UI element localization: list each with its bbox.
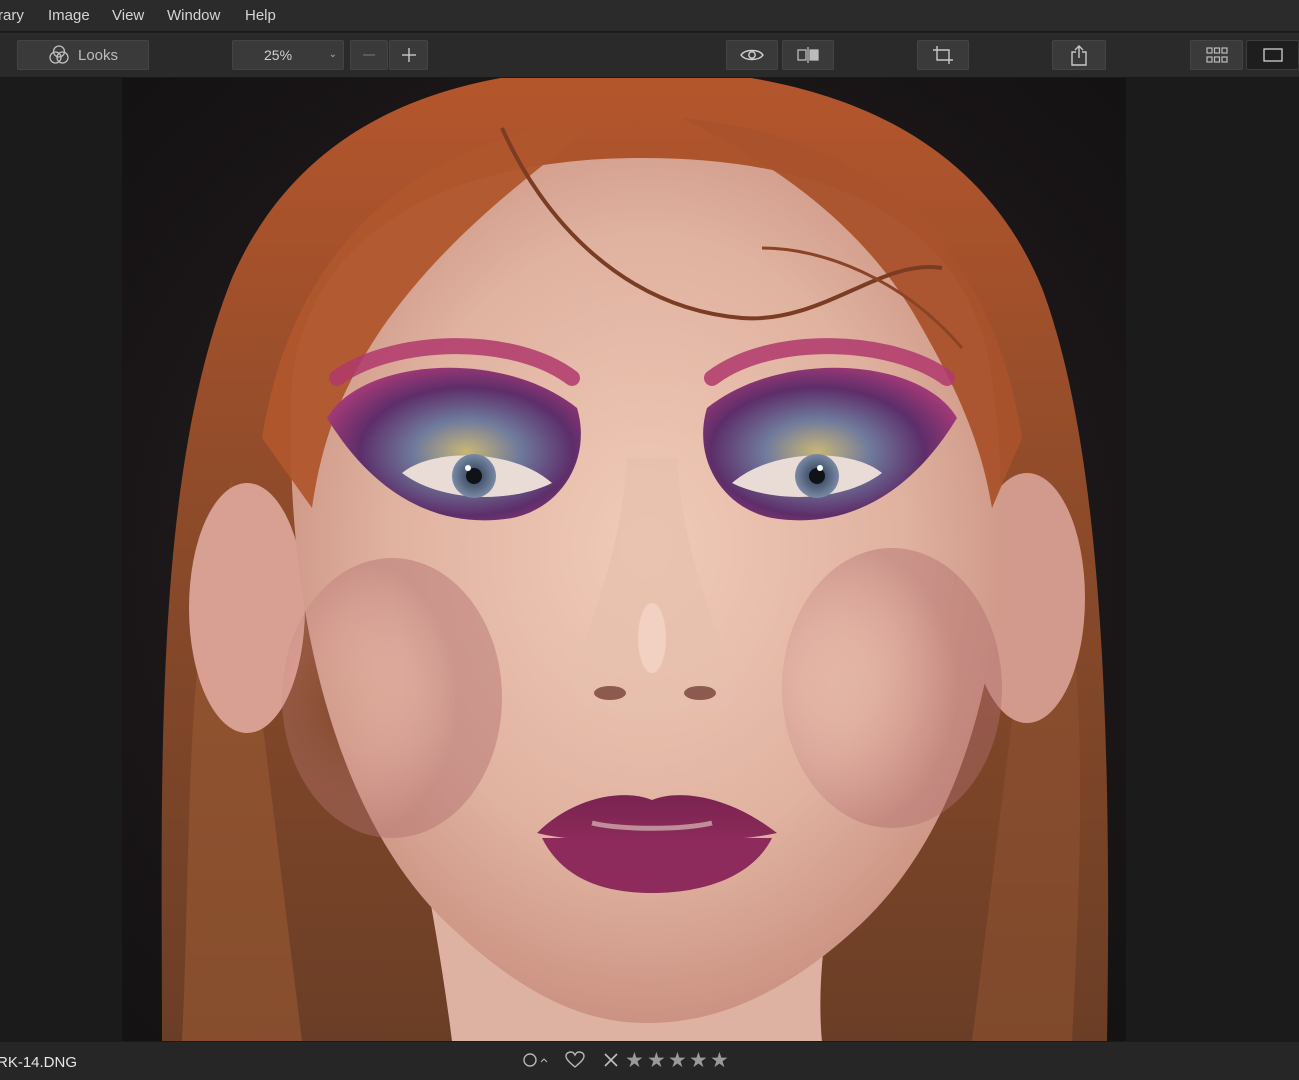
single-view-button[interactable]	[1246, 40, 1299, 70]
minus-icon	[362, 48, 376, 62]
zoom-value: 25%	[264, 47, 293, 63]
compare-button[interactable]	[782, 40, 834, 70]
chevron-down-icon: ⌄	[328, 49, 337, 60]
x-icon[interactable]	[603, 1051, 619, 1074]
status-bar: RK-14.DNG ★ ★ ★ ★ ★	[0, 1041, 1299, 1080]
looks-label: Looks	[77, 46, 119, 64]
grid-icon	[1205, 47, 1228, 63]
single-view-icon	[1262, 48, 1283, 62]
plus-icon	[401, 47, 417, 63]
star-icon[interactable]: ★	[625, 1050, 644, 1071]
menu-image[interactable]: Image	[48, 7, 90, 24]
filename-label: RK-14.DNG	[0, 1054, 78, 1071]
preview-button[interactable]	[726, 40, 778, 70]
image-canvas[interactable]	[0, 78, 1299, 1041]
star-icon[interactable]: ★	[689, 1050, 708, 1071]
looks-icon	[48, 44, 70, 66]
share-button[interactable]	[1052, 40, 1106, 70]
crop-icon	[932, 45, 954, 65]
heart-icon[interactable]	[565, 1051, 585, 1074]
share-icon	[1070, 44, 1088, 66]
star-icon[interactable]: ★	[668, 1050, 687, 1071]
split-compare-icon	[796, 46, 820, 64]
grid-view-button[interactable]	[1190, 40, 1243, 70]
star-icon[interactable]: ★	[647, 1050, 666, 1071]
menu-view[interactable]: View	[112, 7, 144, 24]
crop-button[interactable]	[917, 40, 969, 70]
menu-bar: rary Image View Window Help	[0, 0, 1299, 32]
menu-help[interactable]: Help	[245, 7, 276, 24]
menu-library[interactable]: rary	[0, 7, 24, 24]
menu-window[interactable]: Window	[167, 7, 220, 24]
looks-button[interactable]: Looks	[17, 40, 149, 70]
zoom-in-button[interactable]	[389, 40, 428, 70]
photo	[122, 78, 1126, 1041]
circle-icon[interactable]	[522, 1051, 548, 1074]
eye-icon	[740, 47, 764, 63]
toolbar: Looks 25% ⌄	[0, 33, 1299, 78]
zoom-select[interactable]: 25% ⌄	[232, 40, 344, 70]
star-icon[interactable]: ★	[710, 1050, 729, 1071]
zoom-out-button[interactable]	[350, 40, 388, 70]
